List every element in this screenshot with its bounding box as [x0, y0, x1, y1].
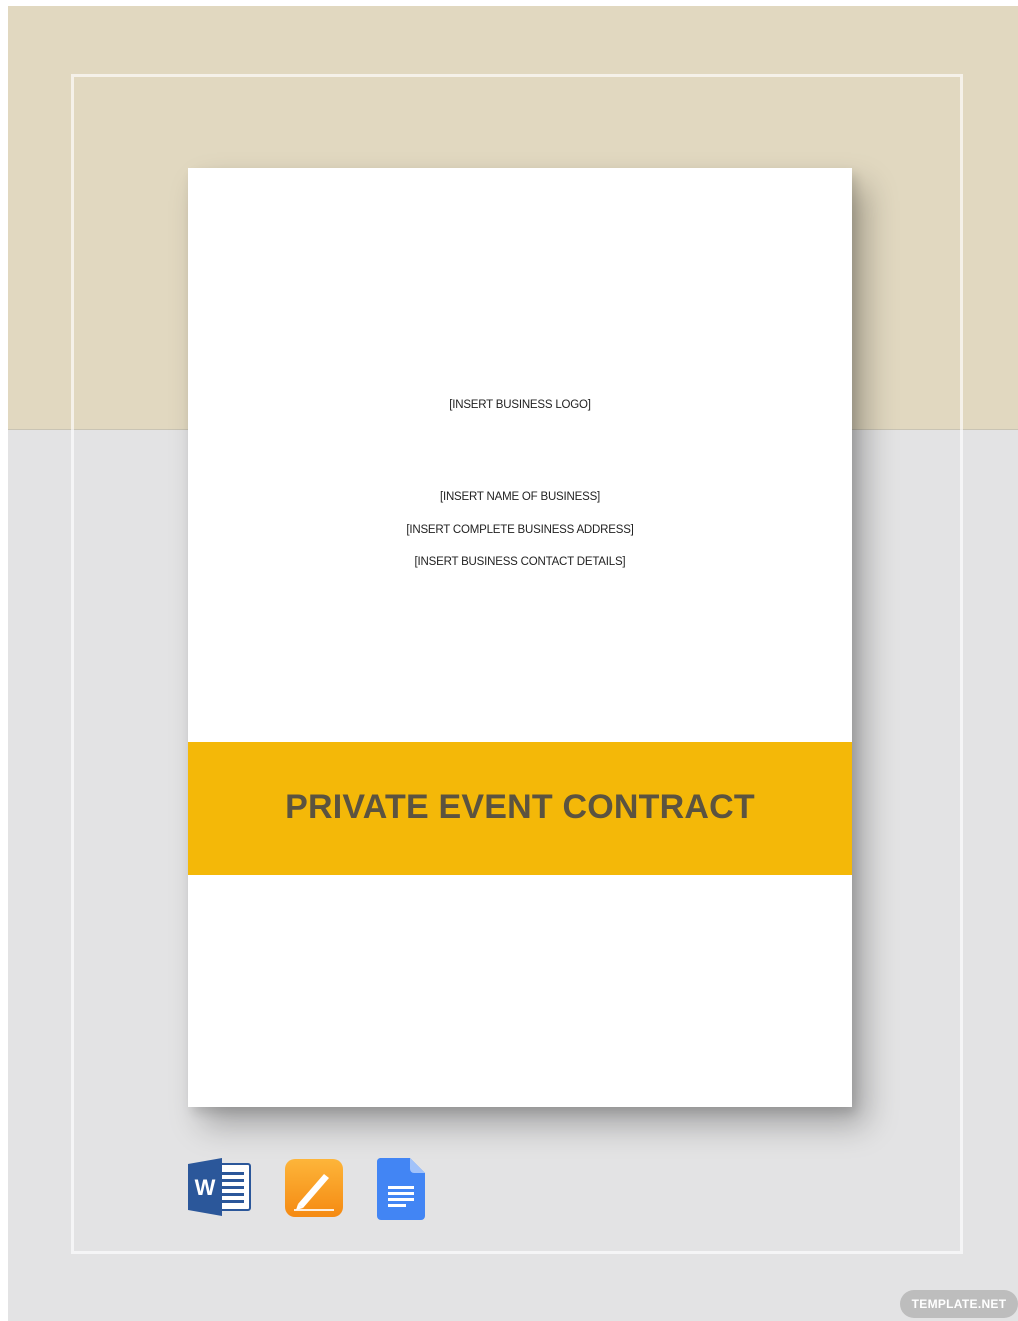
document-page: [INSERT BUSINESS LOGO] [INSERT NAME OF B… [188, 168, 852, 1107]
document-title: PRIVATE EVENT CONTRACT [285, 788, 755, 826]
template-net-watermark: TEMPLATE.NET [900, 1290, 1018, 1318]
business-contact-placeholder: [INSERT BUSINESS CONTACT DETAILS] [414, 556, 626, 568]
google-docs-icon[interactable] [376, 1158, 425, 1220]
business-name-placeholder: [INSERT NAME OF BUSINESS] [439, 491, 601, 503]
preview-stage: [INSERT BUSINESS LOGO] [INSERT NAME OF B… [8, 6, 1018, 1321]
title-band: PRIVATE EVENT CONTRACT [188, 742, 852, 875]
svg-text:W: W [195, 1175, 216, 1200]
word-icon[interactable]: W [188, 1158, 252, 1216]
pages-icon[interactable] [284, 1158, 344, 1218]
business-logo-placeholder: [INSERT BUSINESS LOGO] [449, 399, 591, 411]
business-address-placeholder: [INSERT COMPLETE BUSINESS ADDRESS] [406, 524, 634, 536]
